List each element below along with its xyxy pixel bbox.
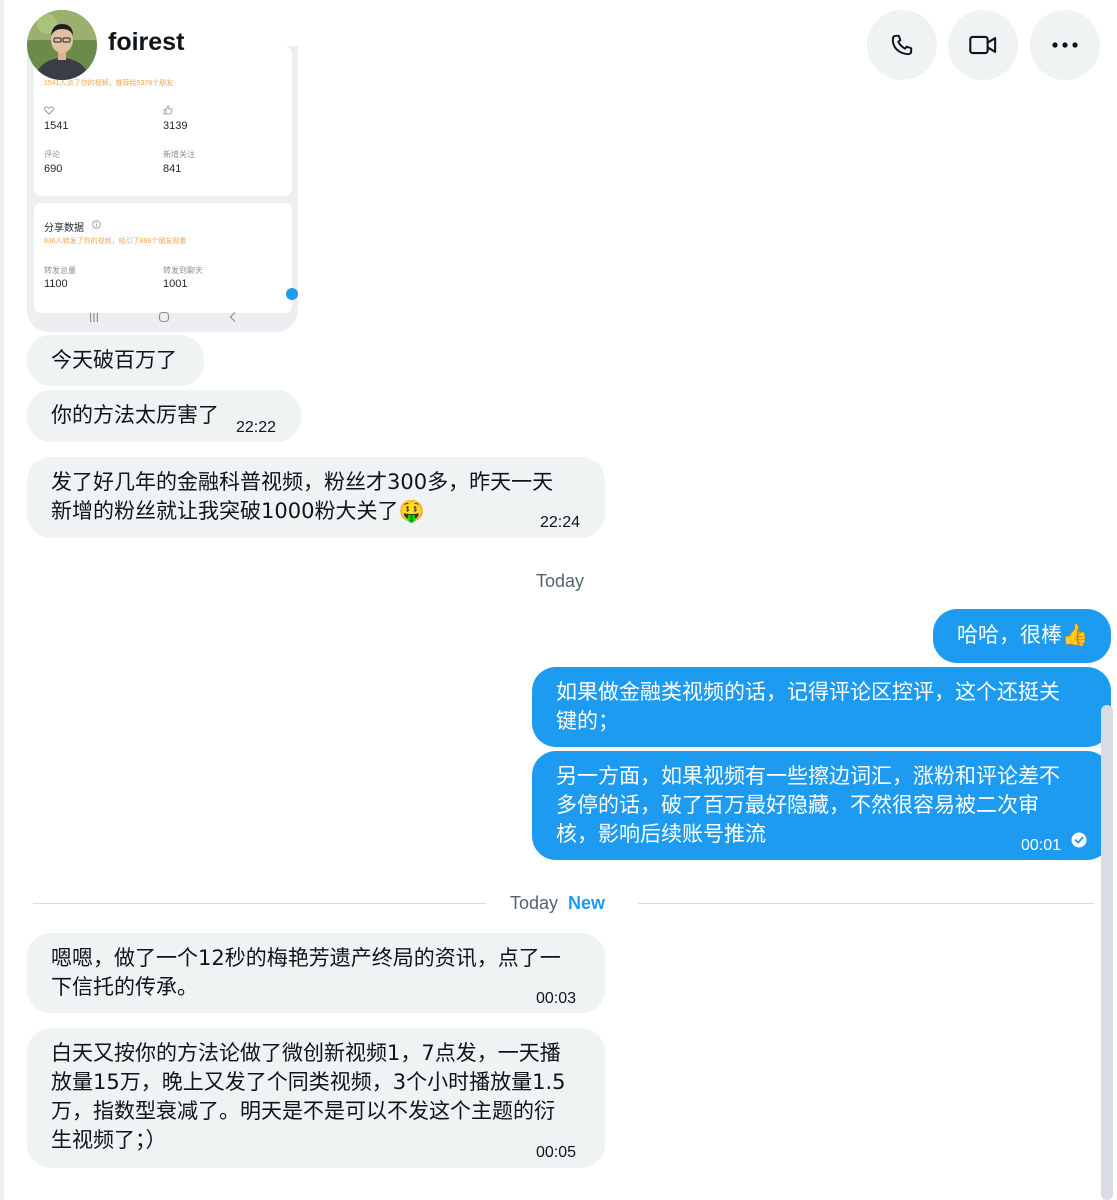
heart-icon xyxy=(44,106,54,115)
message-bubble-outgoing[interactable]: 另一方面，如果视频有一些擦边词汇，涨粉和评论差不 多停的话，破了百万最好隐藏，不… xyxy=(532,751,1111,860)
share-data-card: 分享数据 836人转发了你的视频，吸引了869个朋友观看 转发总量 转发到聊天 … xyxy=(34,203,292,313)
stat-value: 841 xyxy=(163,163,182,175)
divider-line xyxy=(638,903,1094,904)
home-icon xyxy=(158,311,169,323)
share-data-title: 分享数据 xyxy=(44,223,84,234)
avatar[interactable] xyxy=(27,10,97,80)
message-bubble-incoming[interactable]: 你的方法太厉害了 22:22 xyxy=(27,390,301,442)
message-text: 如果做金融类视频的话，记得评论区控评，这个还挺关 键的； xyxy=(556,680,1060,733)
message-timestamp: 22:22 xyxy=(236,419,277,436)
message-timestamp: 00:03 xyxy=(536,990,577,1007)
phone-nav-bar xyxy=(27,302,298,332)
video-call-button[interactable] xyxy=(948,10,1018,80)
message-timestamp: 00:01 xyxy=(1021,837,1062,854)
more-horizontal-icon xyxy=(1052,42,1078,48)
message-text: 嗯嗯，做了一个12秒的梅艳芳遗产终局的资讯，点了一 下信托的传承。 xyxy=(51,946,561,999)
scrollbar[interactable] xyxy=(1101,705,1113,1200)
recent-apps-icon xyxy=(89,312,98,322)
stat-value: 1001 xyxy=(163,278,188,290)
message-timestamp: 00:05 xyxy=(536,1144,577,1161)
message-bubble-incoming[interactable]: 今天破百万了 xyxy=(27,335,204,386)
stat-label: 新增关注 xyxy=(163,150,195,159)
message-bubble-incoming[interactable]: 嗯嗯，做了一个12秒的梅艳芳遗产终局的资讯，点了一 下信托的传承。 00:03 xyxy=(27,933,605,1013)
floating-button-icon xyxy=(286,288,298,300)
window-edge xyxy=(0,0,4,1200)
conversation-username[interactable]: foirest xyxy=(108,28,184,57)
stat-label: 转发到聊天 xyxy=(163,266,203,275)
conversation-header: foirest xyxy=(0,0,1117,90)
new-messages-divider: Today New xyxy=(510,893,605,914)
message-bubble-outgoing[interactable]: 如果做金融类视频的话，记得评论区控评，这个还挺关 键的； xyxy=(532,667,1111,747)
message-text: 你的方法太厉害了 xyxy=(51,403,219,427)
message-timestamp: 22:24 xyxy=(540,514,581,531)
thumbs-up-icon xyxy=(163,105,173,115)
share-summary-text: 836人转发了你的视频，吸引了869个朋友观看 xyxy=(44,238,187,245)
back-icon xyxy=(229,312,235,322)
message-bubble-incoming[interactable]: 发了好几年的金融科普视频，粉丝才300多，昨天一天 新增的粉丝就让我突破1000… xyxy=(27,457,605,538)
stat-value: 1100 xyxy=(44,278,68,290)
stat-label: 评论 xyxy=(44,150,60,159)
more-button[interactable] xyxy=(1030,10,1100,80)
date-divider-label: Today xyxy=(510,893,559,913)
message-bubble-incoming[interactable]: 白天又按你的方法论做了微创新视频1，7点发，一天播 放量15万，晚上又发了个同类… xyxy=(27,1028,605,1168)
phone-icon xyxy=(891,34,913,56)
new-messages-label: New xyxy=(568,893,606,913)
message-text: 另一方面，如果视频有一些擦边词汇，涨粉和评论差不 多停的话，破了百万最好隐藏，不… xyxy=(556,764,1060,846)
video-camera-icon xyxy=(969,35,997,55)
message-text: 白天又按你的方法论做了微创新视频1，7点发，一天播 放量15万，晚上又发了个同类… xyxy=(51,1041,566,1152)
info-icon xyxy=(92,220,101,229)
message-bubble-outgoing[interactable]: 哈哈，很棒👍 xyxy=(933,609,1111,663)
stat-label: 转发总量 xyxy=(44,266,76,275)
message-text: 今天破百万了 xyxy=(51,348,177,372)
stat-value: 1541 xyxy=(44,120,69,132)
divider-line xyxy=(33,903,486,904)
date-divider-label: Today xyxy=(536,571,585,591)
call-button[interactable] xyxy=(867,10,937,80)
message-text: 哈哈，很棒👍 xyxy=(957,623,1089,647)
message-text: 发了好几年的金融科普视频，粉丝才300多，昨天一天 新增的粉丝就让我突破1000… xyxy=(51,470,554,523)
read-receipt-icon xyxy=(1071,832,1087,848)
stat-value: 690 xyxy=(44,163,63,175)
stat-value: 3139 xyxy=(163,120,188,132)
